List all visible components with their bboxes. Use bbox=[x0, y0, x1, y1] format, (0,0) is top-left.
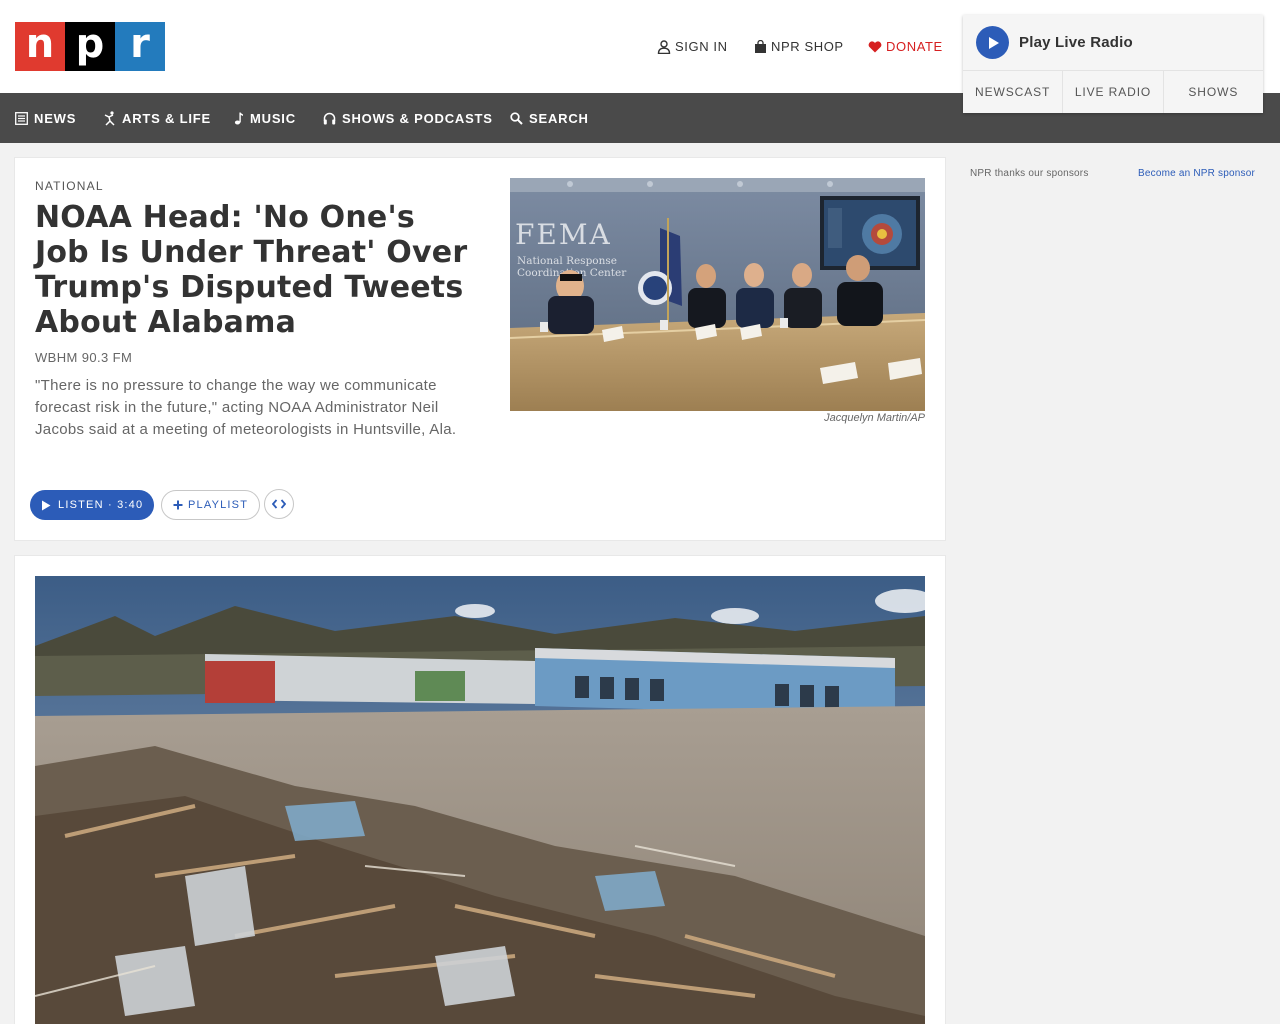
code-icon bbox=[272, 499, 286, 509]
story-headline[interactable]: NOAA Head: 'No One's Job Is Under Threat… bbox=[35, 200, 475, 340]
nav-label-music: MUSIC bbox=[250, 110, 296, 126]
music-note-icon bbox=[234, 112, 243, 124]
tab-shows[interactable]: SHOWS bbox=[1164, 71, 1263, 113]
sign-in-label: SIGN IN bbox=[675, 39, 728, 54]
heart-icon bbox=[868, 40, 882, 52]
sponsor-thanks-text: NPR thanks our sponsors bbox=[970, 168, 1089, 179]
tab-live-radio[interactable]: LIVE RADIO bbox=[1063, 71, 1164, 113]
logo-letter-r: r bbox=[115, 22, 165, 71]
listen-label: LISTEN · 3:40 bbox=[58, 499, 144, 511]
nav-label-news: NEWS bbox=[34, 110, 77, 126]
nav-label-arts-life: ARTS & LIFE bbox=[122, 110, 211, 126]
nav-item-search[interactable]: SEARCH bbox=[510, 93, 589, 143]
play-live-radio-button[interactable]: Play Live Radio bbox=[963, 15, 1263, 70]
nav-item-news[interactable]: NEWS bbox=[15, 93, 76, 143]
player-title: Play Live Radio bbox=[1019, 34, 1133, 51]
story-card-bahamas bbox=[14, 555, 946, 1024]
search-icon bbox=[510, 111, 523, 125]
nav-label-search: SEARCH bbox=[529, 110, 589, 126]
donate-link[interactable]: DONATE bbox=[868, 39, 943, 54]
player-tabs: NEWSCAST LIVE RADIO SHOWS bbox=[963, 70, 1263, 113]
logo-letter-p: p bbox=[65, 22, 115, 71]
npr-shop-link[interactable]: NPR SHOP bbox=[754, 39, 844, 54]
headphones-icon bbox=[323, 112, 336, 124]
arts-icon bbox=[104, 110, 115, 126]
nav-item-music[interactable]: MUSIC bbox=[234, 93, 296, 143]
tab-newscast[interactable]: NEWSCAST bbox=[963, 71, 1064, 113]
fema-wall-text: FEMA bbox=[515, 218, 612, 251]
story-slug[interactable]: NATIONAL bbox=[35, 179, 104, 193]
plus-icon bbox=[173, 500, 183, 510]
npr-shop-label: NPR SHOP bbox=[771, 39, 844, 54]
embed-button[interactable] bbox=[264, 489, 294, 519]
nav-item-arts-life[interactable]: ARTS & LIFE bbox=[104, 93, 211, 143]
hurricane-debris-photo[interactable] bbox=[35, 576, 925, 1024]
story-card-noaa: NATIONAL NOAA Head: 'No One's Job Is Und… bbox=[14, 157, 946, 541]
photo-credit: Jacquelyn Martin/AP bbox=[824, 412, 925, 424]
nav-label-shows-podcasts: SHOWS & PODCASTS bbox=[342, 110, 493, 126]
npr-logo[interactable]: n p r bbox=[15, 22, 165, 71]
donate-label: DONATE bbox=[886, 39, 943, 54]
logo-letter-n: n bbox=[15, 22, 65, 71]
play-icon bbox=[42, 500, 51, 510]
add-to-playlist-button[interactable]: PLAYLIST bbox=[161, 490, 261, 520]
story-teaser[interactable]: "There is no pressure to change the way … bbox=[35, 375, 475, 441]
shopping-bag-icon bbox=[755, 40, 766, 53]
play-icon bbox=[976, 26, 1009, 59]
fema-wall-subtitle-1: National Response bbox=[517, 255, 617, 267]
story-station: WBHM 90.3 FM bbox=[35, 350, 133, 365]
news-icon bbox=[15, 111, 28, 125]
live-radio-player: Play Live Radio NEWSCAST LIVE RADIO SHOW… bbox=[963, 15, 1263, 113]
nav-item-shows-podcasts[interactable]: SHOWS & PODCASTS bbox=[323, 93, 493, 143]
fema-meeting-photo[interactable]: FEMA National Response Coordination Cent… bbox=[510, 178, 925, 411]
playlist-label: PLAYLIST bbox=[188, 499, 249, 511]
listen-button[interactable]: LISTEN · 3:40 bbox=[30, 490, 155, 520]
sign-in-link[interactable]: SIGN IN bbox=[657, 39, 728, 54]
user-icon bbox=[657, 39, 671, 54]
become-sponsor-link[interactable]: Become an NPR sponsor bbox=[1138, 168, 1255, 179]
